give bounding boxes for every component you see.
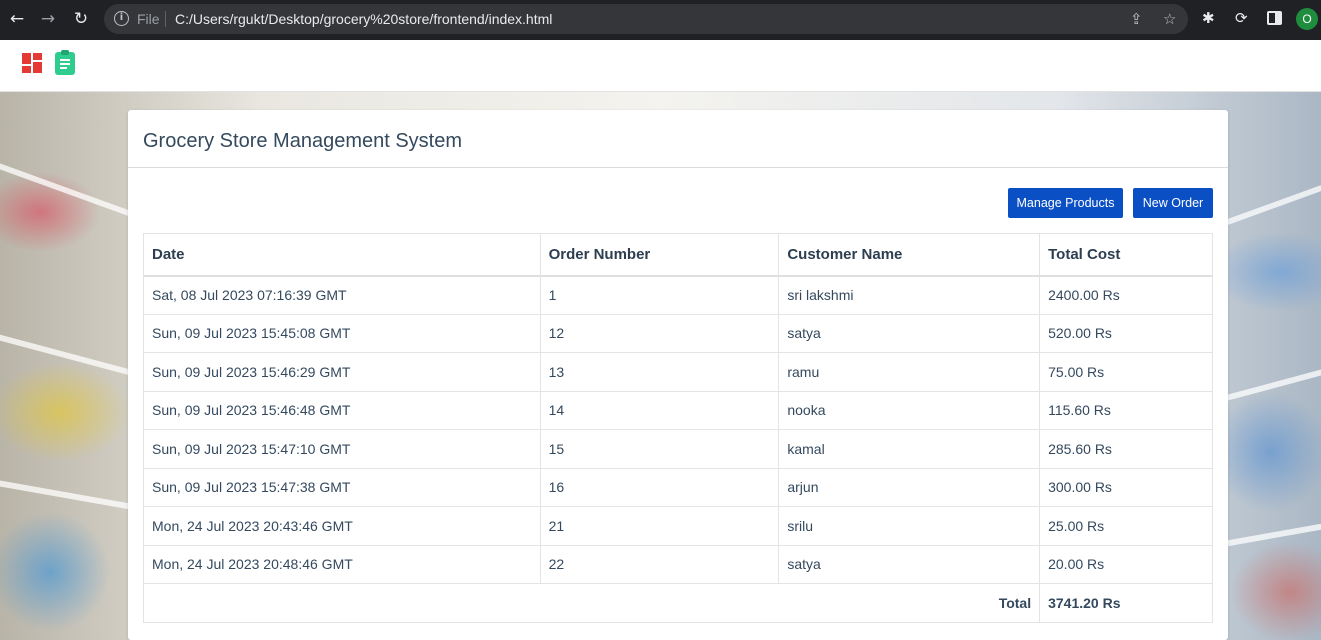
page-title: Grocery Store Management System <box>143 130 463 152</box>
clipboard-icon[interactable] <box>55 50 75 75</box>
browser-toolbar: ← → ↻ i File C:/Users/rgukt/Desktop/groc… <box>0 0 1321 40</box>
cell-order-number: 12 <box>539 313 780 353</box>
profile-avatar[interactable]: O <box>1296 8 1318 30</box>
cell-customer-name: srilu <box>778 506 1041 546</box>
share-icon[interactable]: ⇪ <box>1130 11 1143 27</box>
table-row: Sun, 09 Jul 2023 15:47:38 GMT 16 arjun 3… <box>143 467 1213 507</box>
total-value: 3741.20 Rs <box>1039 583 1213 623</box>
back-arrow-icon[interactable]: ← <box>6 8 28 30</box>
cell-total-cost: 2400.00 Rs <box>1039 275 1213 315</box>
manage-products-button[interactable]: Manage Products <box>1008 188 1123 218</box>
title-divider <box>128 167 1228 168</box>
total-label: Total <box>142 583 1041 623</box>
cell-date: Sun, 09 Jul 2023 15:47:38 GMT <box>143 467 541 507</box>
reload-icon[interactable]: ↻ <box>70 8 92 30</box>
file-scheme-label: File <box>137 11 160 27</box>
cell-customer-name: sri lakshmi <box>778 275 1041 315</box>
table-row: Sat, 08 Jul 2023 07:16:39 GMT 1 sri laks… <box>143 275 1213 315</box>
cell-customer-name: kamal <box>778 429 1041 469</box>
cell-customer-name: nooka <box>778 390 1041 430</box>
cell-total-cost: 20.00 Rs <box>1039 544 1213 584</box>
url-text[interactable]: C:/Users/rgukt/Desktop/grocery%20store/f… <box>175 10 552 28</box>
cell-order-number: 16 <box>539 467 780 507</box>
address-bar[interactable]: i File C:/Users/rgukt/Desktop/grocery%20… <box>104 4 1188 34</box>
cell-date: Sat, 08 Jul 2023 07:16:39 GMT <box>143 275 541 315</box>
table-row: Sun, 09 Jul 2023 15:46:48 GMT 14 nooka 1… <box>143 390 1213 430</box>
table-row: Sun, 09 Jul 2023 15:46:29 GMT 13 ramu 75… <box>143 352 1213 392</box>
cell-customer-name: arjun <box>778 467 1041 507</box>
orders-card: Grocery Store Management System Manage P… <box>128 110 1228 640</box>
header-total-cost: Total Cost <box>1039 233 1213 277</box>
cell-date: Mon, 24 Jul 2023 20:43:46 GMT <box>143 506 541 546</box>
forward-arrow-icon[interactable]: → <box>37 8 59 30</box>
cell-total-cost: 75.00 Rs <box>1039 352 1213 392</box>
cell-order-number: 13 <box>539 352 780 392</box>
cell-total-cost: 520.00 Rs <box>1039 313 1213 353</box>
address-separator <box>165 11 166 27</box>
dashboard-icon[interactable] <box>22 53 42 73</box>
cell-date: Sun, 09 Jul 2023 15:45:08 GMT <box>143 313 541 353</box>
cell-total-cost: 300.00 Rs <box>1039 467 1213 507</box>
header-customer-name: Customer Name <box>778 233 1041 277</box>
cell-order-number: 15 <box>539 429 780 469</box>
extensions-puzzle-icon[interactable]: ✱ <box>1202 8 1215 28</box>
orders-table: Date Order Number Customer Name Total Co… <box>142 233 1213 623</box>
star-icon[interactable]: ☆ <box>1163 11 1176 27</box>
cell-customer-name: satya <box>778 313 1041 353</box>
extension-icon[interactable]: ⟳ <box>1235 8 1248 28</box>
cell-order-number: 21 <box>539 506 780 546</box>
table-row: Sun, 09 Jul 2023 15:47:10 GMT 15 kamal 2… <box>143 429 1213 469</box>
table-row: Mon, 24 Jul 2023 20:43:46 GMT 21 srilu 2… <box>143 506 1213 546</box>
cell-total-cost: 115.60 Rs <box>1039 390 1213 430</box>
cell-date: Sun, 09 Jul 2023 15:47:10 GMT <box>143 429 541 469</box>
side-panel-icon[interactable] <box>1267 11 1282 25</box>
cell-customer-name: ramu <box>778 352 1041 392</box>
cell-total-cost: 25.00 Rs <box>1039 506 1213 546</box>
cell-total-cost: 285.60 Rs <box>1039 429 1213 469</box>
header-date: Date <box>143 233 541 277</box>
new-order-button[interactable]: New Order <box>1133 188 1213 218</box>
app-header <box>0 40 1321 92</box>
cell-customer-name: satya <box>778 544 1041 584</box>
cell-date: Mon, 24 Jul 2023 20:48:46 GMT <box>143 544 541 584</box>
cell-order-number: 22 <box>539 544 780 584</box>
header-order-number: Order Number <box>539 233 780 277</box>
table-row: Sun, 09 Jul 2023 15:45:08 GMT 12 satya 5… <box>143 313 1213 353</box>
table-header-row: Date Order Number Customer Name Total Co… <box>143 233 1213 277</box>
total-row: Total 3741.20 Rs <box>142 583 1213 623</box>
cell-date: Sun, 09 Jul 2023 15:46:29 GMT <box>143 352 541 392</box>
info-icon[interactable]: i <box>114 11 129 26</box>
cell-order-number: 14 <box>539 390 780 430</box>
table-row: Mon, 24 Jul 2023 20:48:46 GMT 22 satya 2… <box>143 544 1213 584</box>
cell-date: Sun, 09 Jul 2023 15:46:48 GMT <box>143 390 541 430</box>
cell-order-number: 1 <box>539 275 780 315</box>
